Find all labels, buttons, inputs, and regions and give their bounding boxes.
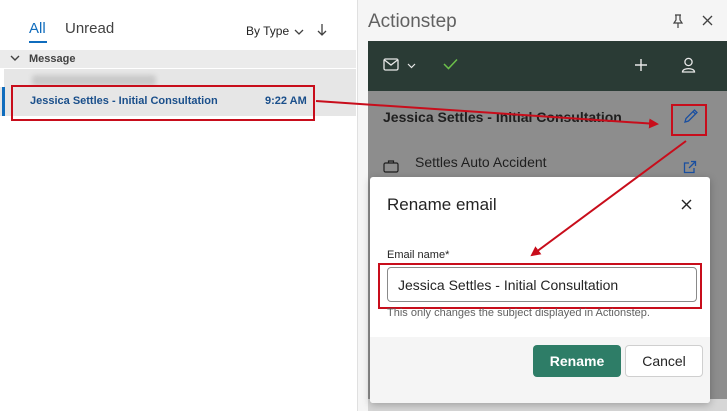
- sort-by-type-dropdown[interactable]: By Type: [246, 24, 304, 38]
- email-name-hint: This only changes the subject displayed …: [387, 307, 650, 319]
- external-link-icon[interactable]: [683, 160, 697, 174]
- chevron-down-icon: [295, 29, 304, 35]
- filter-bar: All Unread By Type: [0, 0, 356, 46]
- group-label: Message: [29, 53, 76, 65]
- chevron-down-icon[interactable]: [407, 63, 416, 69]
- sort-by-label: By Type: [246, 24, 290, 38]
- annotation-highlight-edit: [671, 104, 707, 136]
- user-icon[interactable]: [681, 57, 696, 73]
- rename-button[interactable]: Rename: [533, 345, 621, 377]
- annotation-highlight-email: [11, 85, 315, 121]
- rename-email-dialog: Rename email Email name* This only chang…: [370, 177, 710, 403]
- addin-toolbar: [368, 41, 727, 91]
- selection-accent-bar: [2, 87, 5, 116]
- close-icon[interactable]: [681, 199, 692, 210]
- message-group-header[interactable]: Message: [0, 50, 356, 68]
- tab-all[interactable]: All: [29, 20, 46, 37]
- active-tab-indicator: [29, 41, 47, 43]
- briefcase-icon: [383, 160, 399, 173]
- tab-unread[interactable]: Unread: [65, 20, 114, 37]
- check-icon[interactable]: [443, 58, 458, 70]
- cancel-button[interactable]: Cancel: [625, 345, 703, 377]
- email-title-heading: Jessica Settles - Initial Consultation: [383, 109, 622, 125]
- matter-name: Settles Auto Accident: [415, 154, 547, 170]
- dialog-title: Rename email: [387, 195, 497, 214]
- plus-icon[interactable]: [634, 58, 648, 72]
- mail-list-pane: All Unread By Type Message Jessica Settl…: [0, 0, 356, 411]
- mail-icon[interactable]: [383, 58, 399, 71]
- email-name-label: Email name*: [387, 249, 450, 261]
- annotation-highlight-input: [378, 263, 702, 309]
- pin-icon[interactable]: [672, 14, 684, 29]
- close-icon[interactable]: [702, 15, 713, 26]
- addin-title: Actionstep: [368, 11, 457, 32]
- chevron-down-icon: [10, 55, 20, 61]
- sort-direction-arrow-icon[interactable]: [316, 22, 328, 38]
